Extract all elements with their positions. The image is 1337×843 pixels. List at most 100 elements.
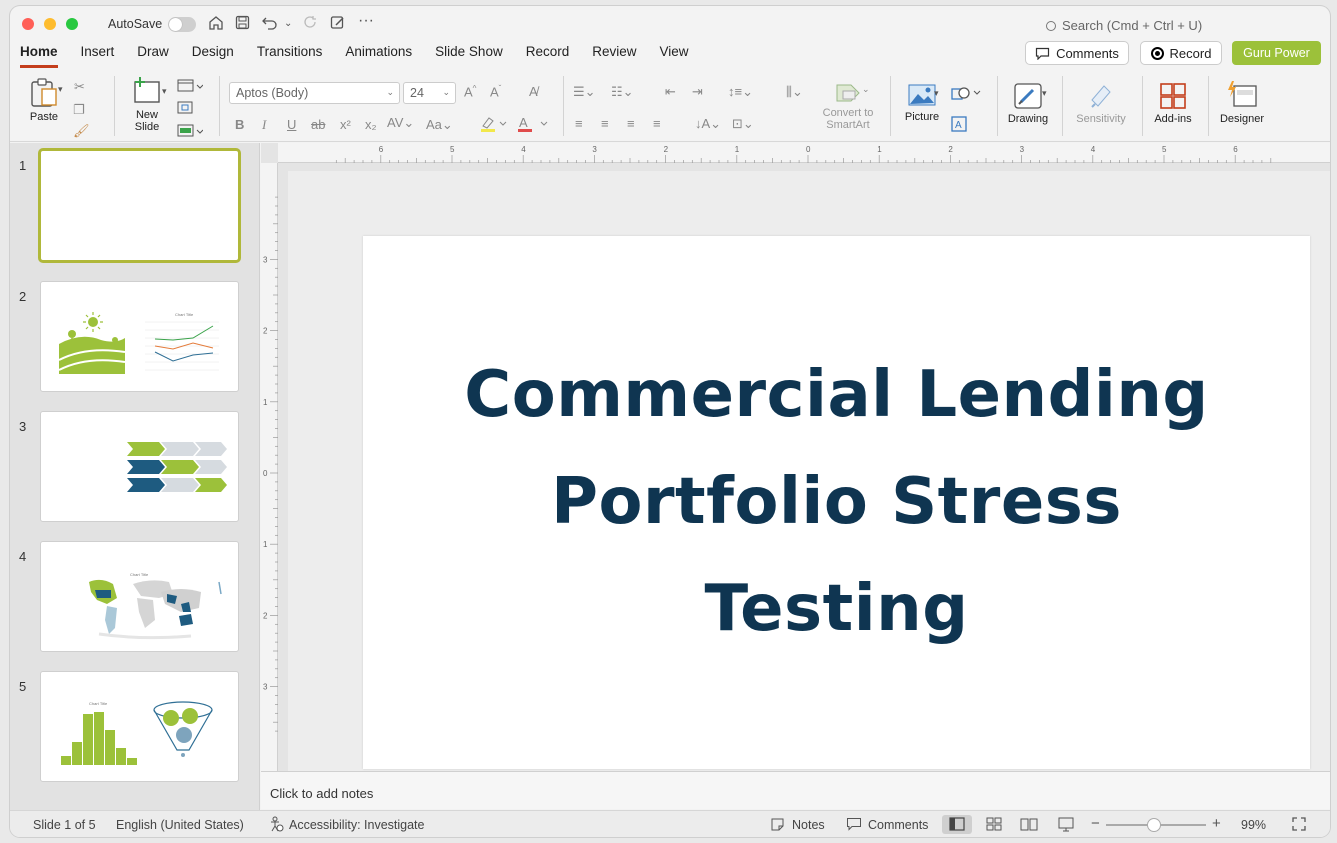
align-right-icon[interactable]: ≡ bbox=[627, 116, 635, 131]
tab-insert[interactable]: Insert bbox=[81, 44, 115, 68]
decrease-font-size-icon[interactable]: Aˇ bbox=[490, 84, 501, 99]
slide-title-line-3: Testing bbox=[704, 572, 969, 646]
font-size-dropdown[interactable]: 24 ⌄ bbox=[403, 82, 456, 104]
zoom-slider-handle[interactable] bbox=[1147, 818, 1161, 832]
slide-thumbnail-3[interactable] bbox=[40, 411, 239, 522]
subscript-icon[interactable]: x₂ bbox=[365, 117, 377, 132]
customize-icon[interactable] bbox=[330, 15, 346, 34]
status-bar: Slide 1 of 5 English (United States) Acc… bbox=[10, 810, 1330, 837]
drawing-dropdown-icon[interactable]: ▾ bbox=[1042, 88, 1047, 99]
addins-button[interactable]: Add-ins bbox=[1148, 82, 1198, 125]
increase-indent-icon[interactable]: ⇥ bbox=[692, 84, 703, 100]
home-icon[interactable] bbox=[208, 15, 224, 34]
text-box-icon[interactable]: A bbox=[951, 116, 967, 135]
columns-icon[interactable]: ⫼⌄ bbox=[786, 84, 803, 100]
align-text-icon[interactable]: ⊡⌄ bbox=[732, 116, 754, 132]
cut-icon[interactable]: ✂ bbox=[74, 79, 85, 95]
zoom-in-button[interactable]: + bbox=[1212, 815, 1221, 832]
slide-title-textbox[interactable]: Commercial Lending Portfolio Stress Test… bbox=[447, 342, 1227, 663]
accessibility-icon bbox=[268, 816, 284, 835]
italic-icon[interactable]: I bbox=[262, 117, 266, 133]
redo-icon[interactable] bbox=[303, 15, 318, 34]
font-name-dropdown[interactable]: Aptos (Body) ⌄ bbox=[229, 82, 400, 104]
align-left-icon[interactable]: ≡ bbox=[575, 116, 583, 131]
chevron-down-icon: ⌄ bbox=[386, 87, 394, 97]
picture-dropdown-icon[interactable]: ▾ bbox=[934, 88, 939, 99]
sensitivity-label: Sensitivity bbox=[1076, 113, 1126, 125]
section-icon[interactable] bbox=[177, 124, 204, 141]
minimize-window-button[interactable] bbox=[44, 18, 56, 30]
notes-pane[interactable]: Click to add notes bbox=[261, 771, 1330, 809]
tab-record[interactable]: Record bbox=[526, 44, 570, 68]
paste-dropdown-icon[interactable]: ▾ bbox=[58, 84, 63, 95]
svg-text:6: 6 bbox=[1233, 145, 1238, 154]
slide-canvas: Commercial Lending Portfolio Stress Test… bbox=[288, 171, 1330, 771]
undo-dropdown-icon[interactable]: ⌄ bbox=[284, 18, 292, 29]
close-window-button[interactable] bbox=[22, 18, 34, 30]
line-spacing-icon[interactable]: ↕≡⌄ bbox=[728, 84, 753, 100]
change-case-icon[interactable]: Aa⌄ bbox=[426, 117, 453, 133]
autosave-toggle[interactable] bbox=[168, 17, 196, 32]
justify-icon[interactable]: ≡ bbox=[653, 116, 661, 131]
slide-thumbnail-2[interactable]: Chart Title bbox=[40, 281, 239, 392]
copy-icon[interactable]: ❐ bbox=[73, 102, 85, 118]
save-icon[interactable] bbox=[235, 15, 250, 34]
more-options-icon[interactable]: ··· bbox=[358, 12, 374, 30]
reset-icon[interactable] bbox=[177, 101, 193, 118]
character-spacing-icon[interactable]: AV⌄ bbox=[387, 115, 414, 131]
new-slide-dropdown-icon[interactable]: ▾ bbox=[162, 86, 167, 97]
record-button[interactable]: Record bbox=[1140, 41, 1222, 65]
fit-to-window-icon[interactable] bbox=[1291, 816, 1307, 835]
language-indicator[interactable]: English (United States) bbox=[116, 818, 244, 832]
tab-view[interactable]: View bbox=[660, 44, 689, 68]
zoom-out-button[interactable]: − bbox=[1091, 815, 1100, 832]
superscript-icon[interactable]: x² bbox=[340, 117, 351, 132]
new-slide-button[interactable]: New Slide bbox=[124, 76, 170, 133]
align-center-icon[interactable]: ≡ bbox=[601, 116, 609, 131]
ribbon-tabs: Home Insert Draw Design Transitions Anim… bbox=[20, 44, 712, 68]
font-color-icon[interactable]: A bbox=[517, 115, 549, 136]
tab-animations[interactable]: Animations bbox=[345, 44, 412, 68]
strikethrough-icon[interactable]: ab bbox=[311, 117, 325, 132]
tab-home[interactable]: Home bbox=[20, 44, 58, 68]
bullets-icon[interactable]: ☰⌄ bbox=[573, 84, 596, 100]
undo-icon[interactable] bbox=[262, 15, 278, 34]
shapes-icon[interactable] bbox=[950, 84, 982, 105]
highlight-icon[interactable] bbox=[480, 115, 508, 136]
tab-slide-show[interactable]: Slide Show bbox=[435, 44, 503, 68]
increase-font-size-icon[interactable]: A^ bbox=[464, 84, 476, 99]
underline-icon[interactable]: U bbox=[287, 117, 296, 132]
slide-thumbnail-4[interactable]: Chart Title bbox=[40, 541, 239, 652]
clear-formatting-icon[interactable]: A̸ bbox=[529, 84, 538, 99]
slide-thumbnail-1[interactable] bbox=[38, 148, 241, 263]
text-direction-icon[interactable]: ↓A⌄ bbox=[695, 116, 721, 132]
reading-view-button[interactable] bbox=[1014, 815, 1044, 834]
comments-button[interactable]: Comments bbox=[1025, 41, 1129, 65]
format-painter-icon[interactable]: 🖌 bbox=[73, 123, 90, 139]
notes-toggle[interactable]: Notes bbox=[792, 818, 825, 832]
convert-to-smartart-button[interactable]: Convert to SmartArt bbox=[816, 82, 880, 131]
maximize-window-button[interactable] bbox=[66, 18, 78, 30]
slide-sorter-view-button[interactable] bbox=[979, 815, 1009, 834]
zoom-level[interactable]: 99% bbox=[1241, 818, 1266, 832]
slideshow-view-button[interactable] bbox=[1051, 815, 1081, 834]
tab-review[interactable]: Review bbox=[592, 44, 636, 68]
search-box[interactable]: Search (Cmd + Ctrl + U) bbox=[1046, 18, 1202, 33]
layout-icon[interactable] bbox=[177, 79, 204, 96]
paste-label: Paste bbox=[29, 111, 59, 123]
tab-draw[interactable]: Draw bbox=[137, 44, 169, 68]
tab-transitions[interactable]: Transitions bbox=[257, 44, 323, 68]
accessibility-status[interactable]: Accessibility: Investigate bbox=[289, 818, 424, 832]
sensitivity-button[interactable]: Sensitivity bbox=[1070, 82, 1132, 125]
bold-icon[interactable]: B bbox=[235, 117, 244, 132]
comments-toggle[interactable]: Comments bbox=[868, 818, 928, 832]
slide-thumbnail-5[interactable]: Chart Title bbox=[40, 671, 239, 782]
tab-design[interactable]: Design bbox=[192, 44, 234, 68]
numbering-icon[interactable]: ☷⌄ bbox=[611, 84, 634, 100]
current-slide[interactable]: Commercial Lending Portfolio Stress Test… bbox=[363, 236, 1310, 769]
decrease-indent-icon[interactable]: ⇤ bbox=[665, 84, 676, 100]
normal-view-button[interactable] bbox=[942, 815, 972, 834]
designer-button[interactable]: Designer bbox=[1214, 80, 1270, 125]
smartart-dropdown-icon[interactable]: ⌄ bbox=[862, 84, 870, 95]
guru-power-button[interactable]: Guru Power bbox=[1232, 41, 1321, 65]
